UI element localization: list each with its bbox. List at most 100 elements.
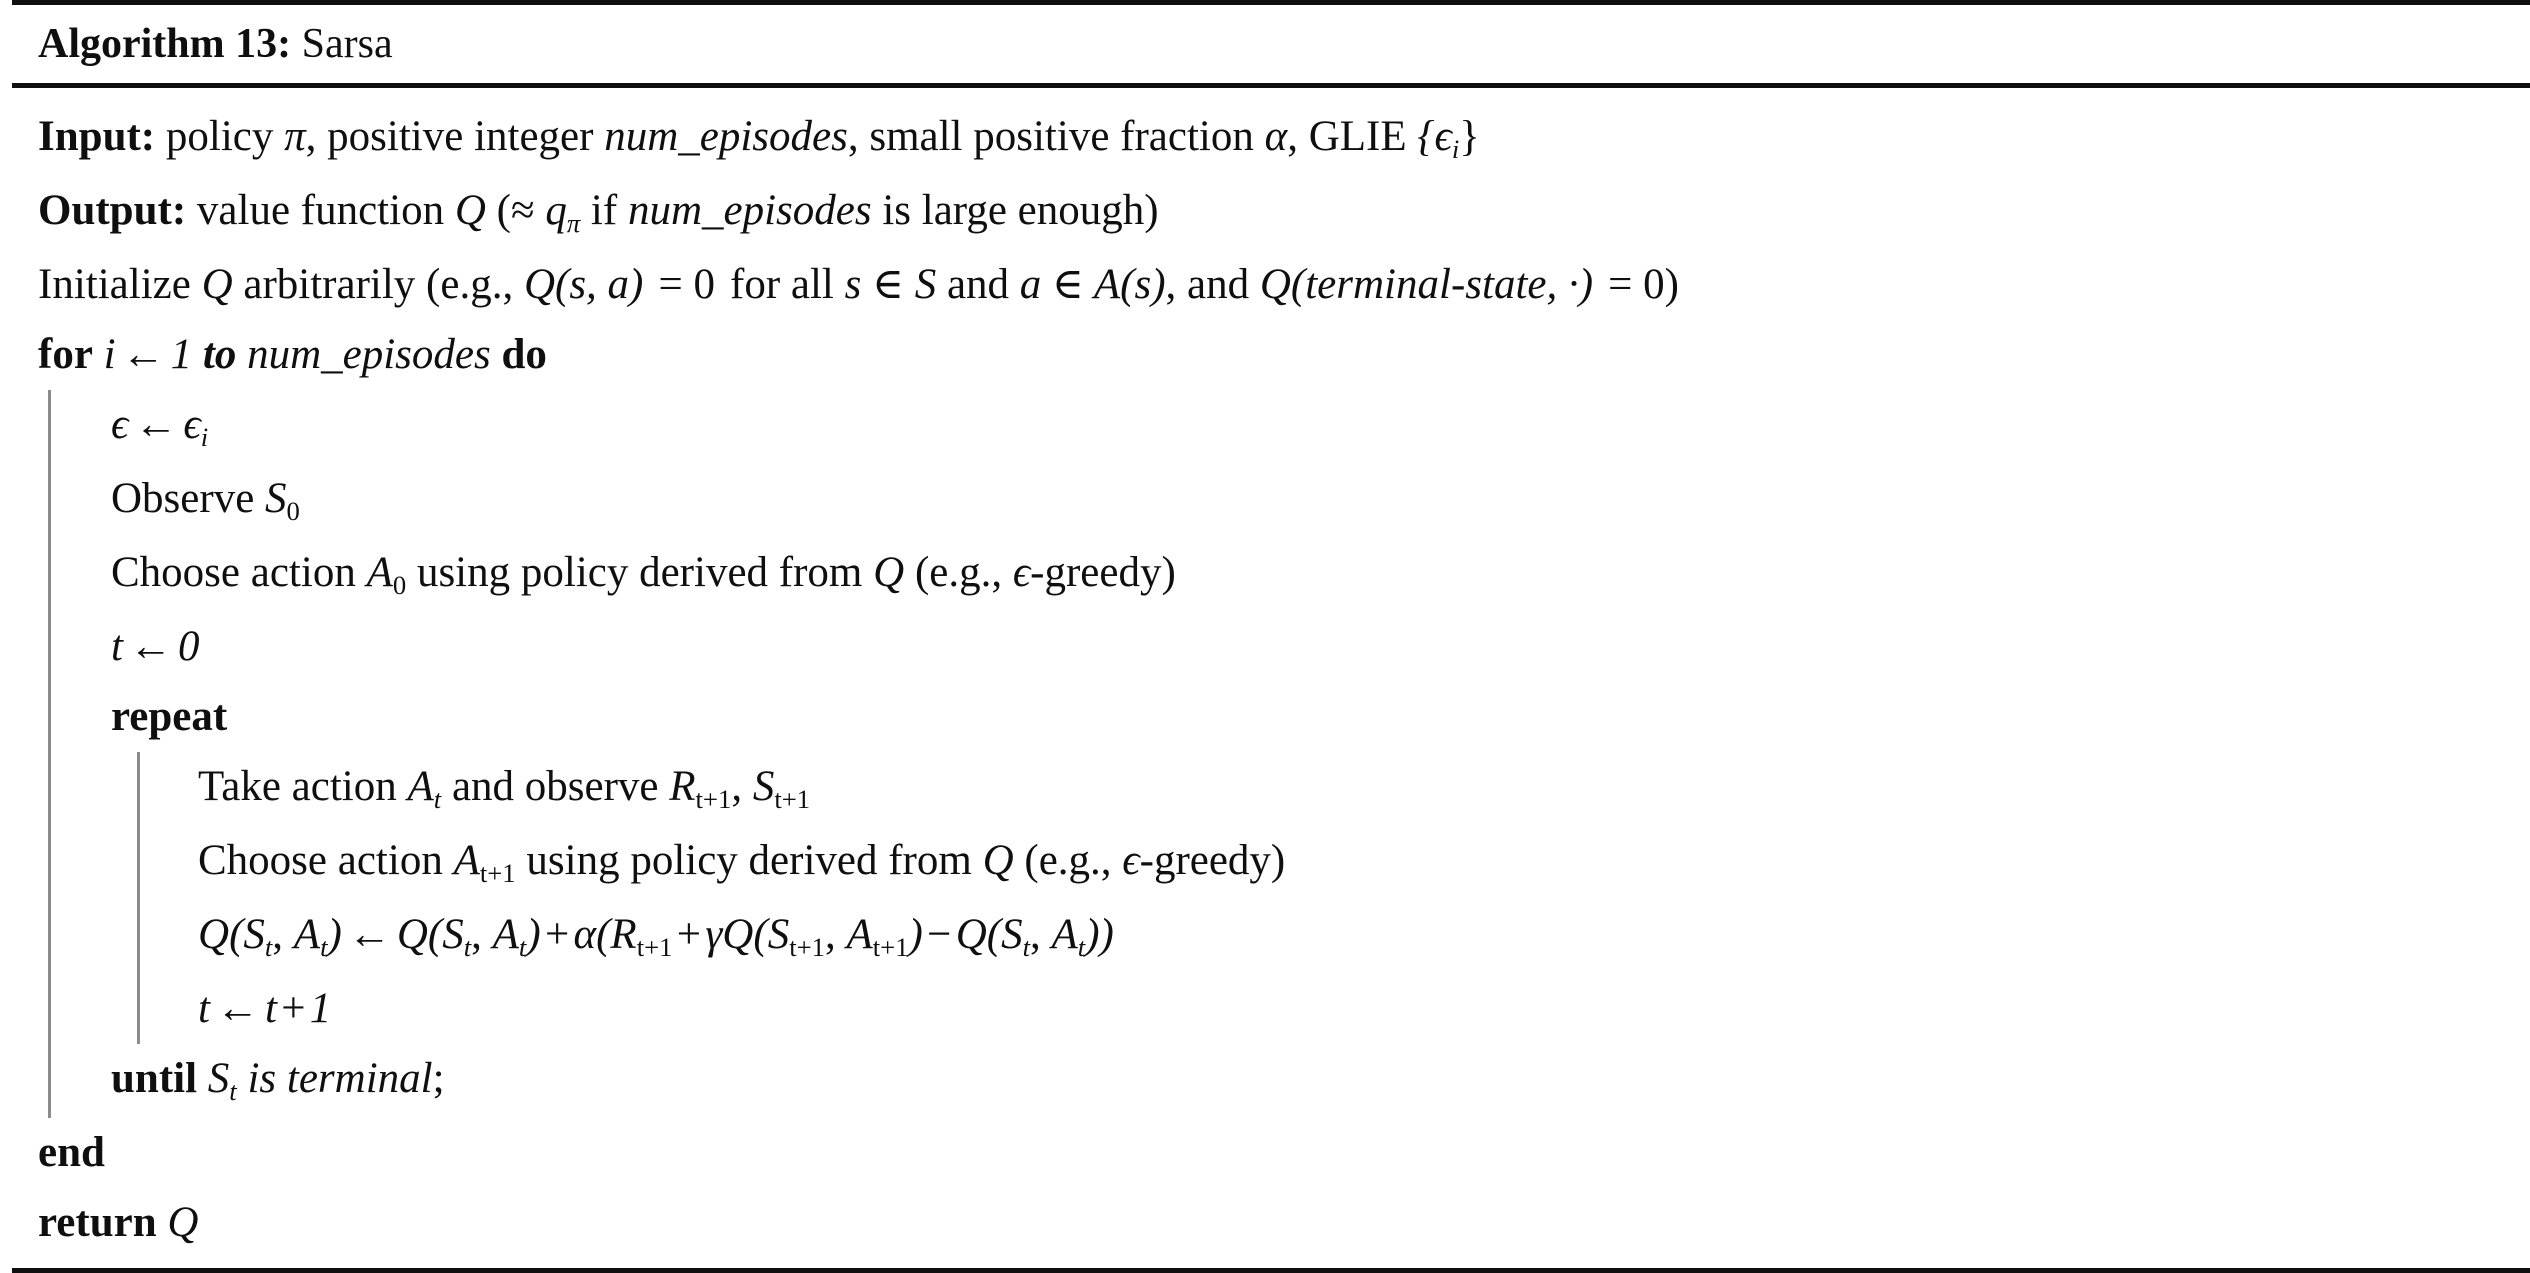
input-keyword: Input: (38, 113, 156, 160)
line-repeat: repeat (111, 682, 2530, 752)
output-q-pi-sub: π (566, 207, 581, 238)
choose-at1-var-a: A (453, 837, 480, 884)
repeat-body: Take action At and observe Rt+1, St+1 Ch… (137, 752, 2530, 1044)
until-semicolon: ; (432, 1055, 445, 1102)
init-a-in: a ∈ (1019, 261, 1094, 308)
line-observe-s0: Observe S0 (111, 464, 2530, 538)
input-text-2: , positive integer (305, 113, 605, 160)
q-update-last-a: A (1051, 911, 1078, 958)
line-input: Input: policy π, positive integer num_ep… (38, 102, 2530, 176)
algorithm-body: Input: policy π, positive integer num_ep… (12, 88, 2530, 1258)
q-update-next-s-sub: t+1 (789, 931, 825, 962)
q-update-rhs1-s: S (442, 911, 464, 958)
until-condition-text: is terminal (247, 1055, 433, 1102)
q-update-rhs1-close: ) (526, 911, 541, 958)
t-assign-value: 0 (177, 623, 200, 670)
q-update-q-last: Q (955, 911, 987, 958)
q-update-minus: − (927, 911, 952, 958)
output-keyword: Output: (38, 187, 187, 234)
q-update-plus: + (544, 911, 570, 958)
q-update-reward: R (610, 911, 637, 958)
line-epsilon-assign: ϵ ← ϵi (111, 390, 2530, 464)
q-update-last-s-sub: t (1022, 931, 1031, 962)
choose-at1-text-3: (e.g., (1013, 837, 1123, 884)
output-text-4: is large enough) (871, 187, 1159, 234)
init-s-in: s ∈ (844, 261, 915, 308)
line-for-loop: for i ← 1 to num_episodes do (38, 320, 2530, 390)
choose-a0-eps: ϵ (1012, 549, 1031, 596)
init-eq-zero: = 0 (647, 261, 715, 308)
choose-a0-sub: 0 (392, 569, 407, 600)
init-q-terminal: Q(terminal-state, ·) (1259, 261, 1594, 308)
choose-at1-var-q: Q (982, 837, 1014, 884)
init-text-5: , and (1165, 261, 1260, 308)
input-text-1: policy (155, 113, 285, 160)
init-q-call: Q(s, a) (523, 261, 644, 308)
line-until: until St is terminal; (111, 1044, 2530, 1118)
choose-a0-var-a: A (366, 549, 393, 596)
algorithm-caption: Algorithm 13: Sarsa (12, 5, 2530, 83)
init-cal-s: S (914, 261, 937, 308)
t-increment-plus: + (281, 985, 306, 1032)
input-var-alpha: α (1264, 113, 1288, 160)
until-var-s: S (207, 1055, 230, 1102)
q-update-lhs-a-sub: t (320, 931, 328, 962)
line-choose-at1: Choose action At+1 using policy derived … (198, 826, 2530, 900)
take-action-s-sub: t+1 (774, 783, 811, 814)
q-update-rhs1-open: ( (427, 911, 443, 958)
take-action-var-r: R (669, 763, 696, 810)
t-increment-one: 1 (309, 985, 332, 1032)
line-t-increment: t ← t+1 (198, 974, 2530, 1044)
q-update-lhs-s-sub: t (264, 931, 273, 962)
q-update-lhs-q: Q (198, 911, 230, 958)
choose-a0-text-1: Choose action (111, 549, 367, 596)
q-update-alpha: α (573, 911, 597, 958)
take-action-var-a: A (407, 763, 434, 810)
input-glie-sub: i (1451, 133, 1460, 164)
output-var-q-pi: q (545, 187, 567, 234)
q-update-last-s: S (1001, 911, 1023, 958)
choose-at1-a-sub: t+1 (479, 857, 516, 888)
t-increment-rhs-t: t (264, 985, 277, 1032)
input-var-pi: π (284, 113, 306, 160)
output-var-num-episodes: num_episodes (627, 187, 872, 234)
choose-a0-text-3: (e.g., (904, 549, 1013, 596)
q-update-paren-close: )) (1085, 911, 1114, 958)
q-update-lhs-a: A (293, 911, 321, 958)
init-cal-a: A (1093, 261, 1121, 308)
choose-a0-var-q: Q (873, 549, 905, 596)
choose-a0-text-4: -greedy) (1030, 549, 1176, 596)
output-text-1: value function (186, 187, 455, 234)
init-text-1: Initialize (38, 261, 202, 308)
q-update-last-a-sub: t (1077, 931, 1086, 962)
output-text-3: if (580, 187, 628, 234)
take-action-text-1: Take action (198, 763, 408, 810)
output-var-q: Q (454, 187, 486, 234)
init-var-q: Q (201, 261, 233, 308)
for-keyword: for (38, 331, 93, 378)
q-update-rhs1-comma: , (471, 911, 493, 958)
return-keyword: return (38, 1199, 157, 1246)
init-text-3: for all (719, 261, 845, 308)
input-var-num-episodes: num_episodes (604, 113, 848, 160)
for-var-i: i (103, 331, 116, 378)
for-to-keyword: to (202, 331, 237, 378)
q-update-arrow-icon: ← (347, 911, 391, 958)
t-assign-arrow-icon: ← (128, 623, 172, 670)
q-update-next-s: S (767, 911, 790, 958)
take-action-a-sub: t (433, 783, 442, 814)
for-start-value: 1 (170, 331, 193, 378)
take-action-comma: , (731, 763, 753, 810)
output-text-2: (≈ (485, 187, 546, 234)
q-update-reward-sub: t+1 (636, 931, 673, 962)
q-update-plus2: + (676, 911, 702, 958)
t-increment-var: t (198, 985, 210, 1032)
line-t-assign: t ← 0 (111, 612, 2530, 682)
take-action-var-s: S (752, 763, 775, 810)
init-cal-a-arg: (s) (1120, 261, 1166, 308)
choose-at1-text-1: Choose action (198, 837, 454, 884)
q-update-rhs1-s-sub: t (463, 931, 472, 962)
q-update-lhs-s: S (243, 911, 265, 958)
q-update-next-open: ( (753, 911, 768, 958)
init-text-2: arbitrarily (e.g., (232, 261, 524, 308)
